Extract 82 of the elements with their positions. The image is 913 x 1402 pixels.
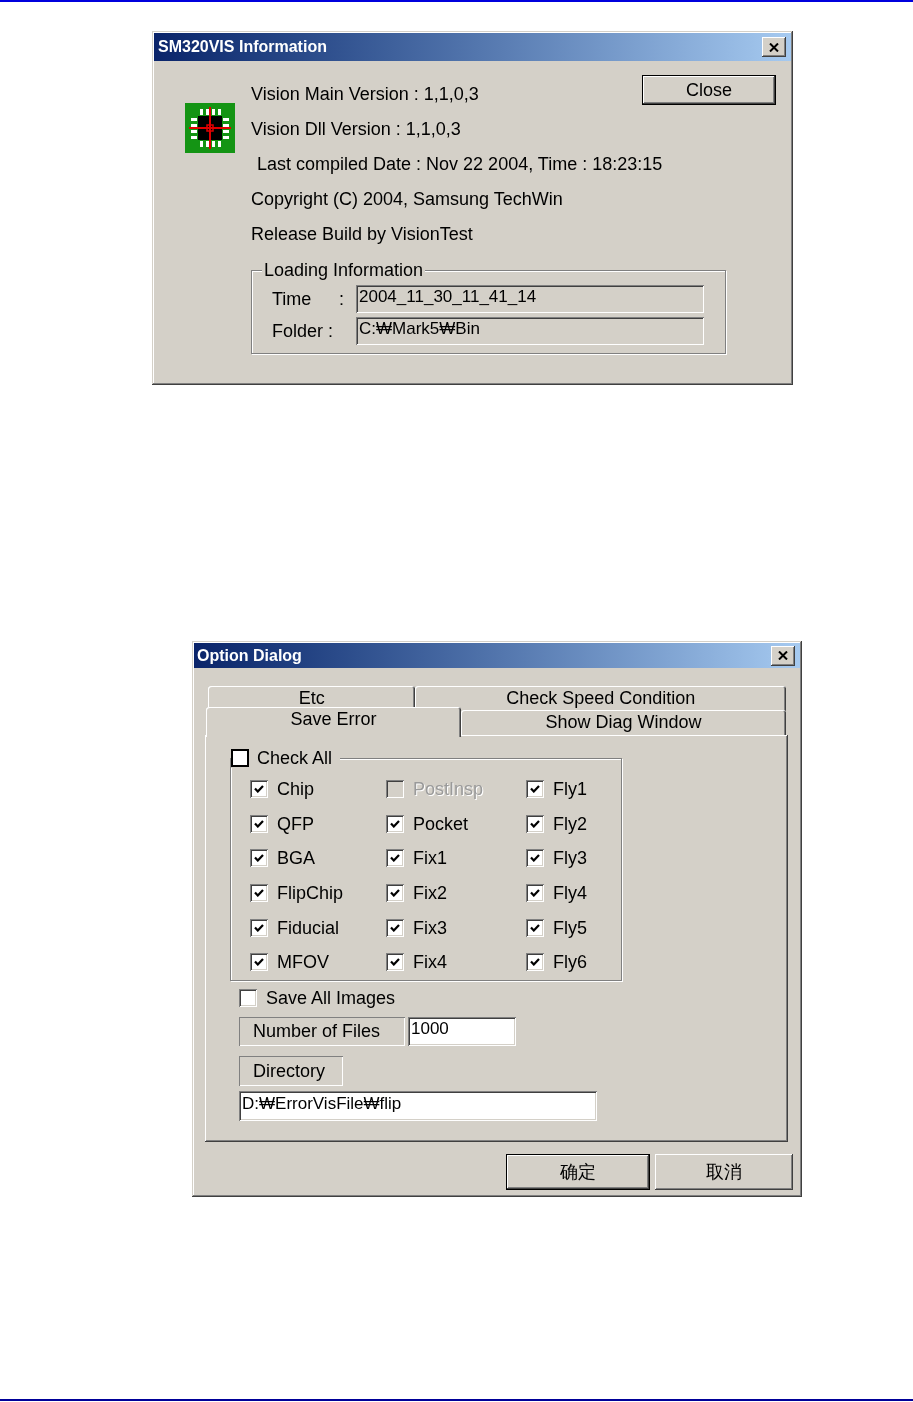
window-title: SM320VIS Information	[158, 37, 327, 57]
field-label: Time	[272, 288, 312, 310]
tab[interactable]: Save Error	[206, 707, 461, 737]
close-icon	[769, 42, 779, 52]
checkbox[interactable]	[386, 884, 404, 903]
group-label: Loading Information	[262, 260, 426, 280]
tab[interactable]: Check Speed Condition	[415, 686, 786, 711]
checkbox-label[interactable]: QFP	[277, 812, 314, 835]
checkbox-label[interactable]: Fly4	[553, 882, 587, 905]
close-icon	[778, 651, 788, 660]
info-text: Vision Main Version : 1,1,0,3	[251, 83, 479, 106]
checkmark-icon	[530, 854, 540, 863]
close-button[interactable]: Close	[642, 75, 776, 105]
checkbox-label[interactable]: BGA	[277, 847, 315, 870]
checkbox[interactable]	[250, 849, 268, 868]
checkbox-label[interactable]: Fly2	[553, 812, 587, 835]
checkbox-label[interactable]: Pocket	[413, 812, 469, 835]
info-text: Vision Dll Version : 1,1,0,3	[251, 118, 461, 141]
checkbox-label[interactable]: MFOV	[277, 951, 329, 974]
window-close-button[interactable]	[771, 645, 795, 666]
checkbox[interactable]	[250, 918, 268, 937]
checkbox[interactable]	[526, 953, 544, 972]
checkbox[interactable]	[526, 918, 544, 937]
checkbox-label[interactable]: Fly1	[553, 778, 587, 801]
checkbox-label[interactable]: FlipChip	[277, 882, 344, 905]
checkmark-icon	[254, 785, 264, 794]
checkbox[interactable]	[250, 884, 268, 903]
checkbox-label[interactable]: Fly6	[553, 951, 587, 974]
checkbox[interactable]	[526, 780, 544, 799]
checkbox[interactable]	[386, 918, 404, 937]
checkbox[interactable]	[386, 953, 404, 972]
checkmark-icon	[390, 958, 400, 967]
checkbox[interactable]	[526, 884, 544, 903]
checkbox[interactable]	[250, 814, 268, 833]
checkbox[interactable]	[239, 989, 257, 1008]
checkbox-label[interactable]: Fix3	[413, 916, 447, 939]
checkbox-label[interactable]: Fly3	[553, 847, 587, 870]
checkbox-label[interactable]: Save All Images	[266, 987, 396, 1010]
info-text: Copyright (C) 2004, Samsung TechWin	[251, 188, 563, 211]
checkmark-icon	[390, 889, 400, 898]
colon-text: :	[339, 288, 344, 310]
chip-icon	[185, 103, 235, 153]
field-label: Number of Files	[239, 1016, 405, 1046]
checkmark-icon	[530, 889, 540, 898]
checkmark-icon	[254, 854, 264, 863]
checkmark-icon	[530, 958, 540, 967]
input-field[interactable]: 1000	[408, 1016, 516, 1046]
info-text: Release Build by VisionTest	[251, 223, 473, 246]
window-close-button[interactable]	[762, 37, 786, 57]
checkmark-icon	[530, 785, 540, 794]
field-label: Folder :	[272, 320, 334, 342]
checkmark-icon	[254, 958, 264, 967]
checkbox-label[interactable]: Fix1	[413, 847, 447, 870]
checkbox[interactable]	[250, 780, 268, 799]
checkmark-icon	[530, 923, 540, 932]
checkmark-icon	[390, 819, 400, 828]
readonly-field[interactable]: 2004_11_30_11_41_14	[356, 285, 704, 313]
checkmark-icon	[254, 923, 264, 932]
tab[interactable]: Show Diag Window	[461, 710, 786, 735]
checkmark-icon	[254, 889, 264, 898]
checkbox-label[interactable]: Fix2	[413, 882, 447, 905]
checkbox-label[interactable]: Fly5	[553, 916, 587, 939]
window-title: Option Dialog	[197, 645, 302, 666]
checkbox[interactable]	[250, 953, 268, 972]
readonly-field[interactable]: C:₩Mark5₩Bin	[356, 317, 704, 345]
checkbox-label[interactable]: Fiducial	[277, 916, 340, 939]
field-label: Directory	[239, 1055, 343, 1086]
checkbox[interactable]	[386, 849, 404, 868]
input-field[interactable]: D:₩ErrorVisFile₩flip	[239, 1090, 597, 1121]
checkmark-icon	[254, 819, 264, 828]
checkmark-icon	[390, 854, 400, 863]
checkbox[interactable]	[386, 814, 404, 833]
info-text: Last compiled Date : Nov 22 2004, Time : 18:23:15	[256, 153, 663, 176]
dialog-button[interactable]: 确定	[506, 1154, 650, 1190]
checkmark-icon	[390, 923, 400, 932]
checkmark-icon	[530, 819, 540, 828]
checkbox-label[interactable]: Chip	[277, 778, 315, 801]
checkbox[interactable]	[526, 849, 544, 868]
checkbox-label[interactable]: Fix4	[413, 951, 447, 974]
checkbox[interactable]	[231, 749, 249, 767]
checkbox[interactable]	[526, 814, 544, 833]
dialog-button[interactable]: 取消	[655, 1154, 793, 1190]
